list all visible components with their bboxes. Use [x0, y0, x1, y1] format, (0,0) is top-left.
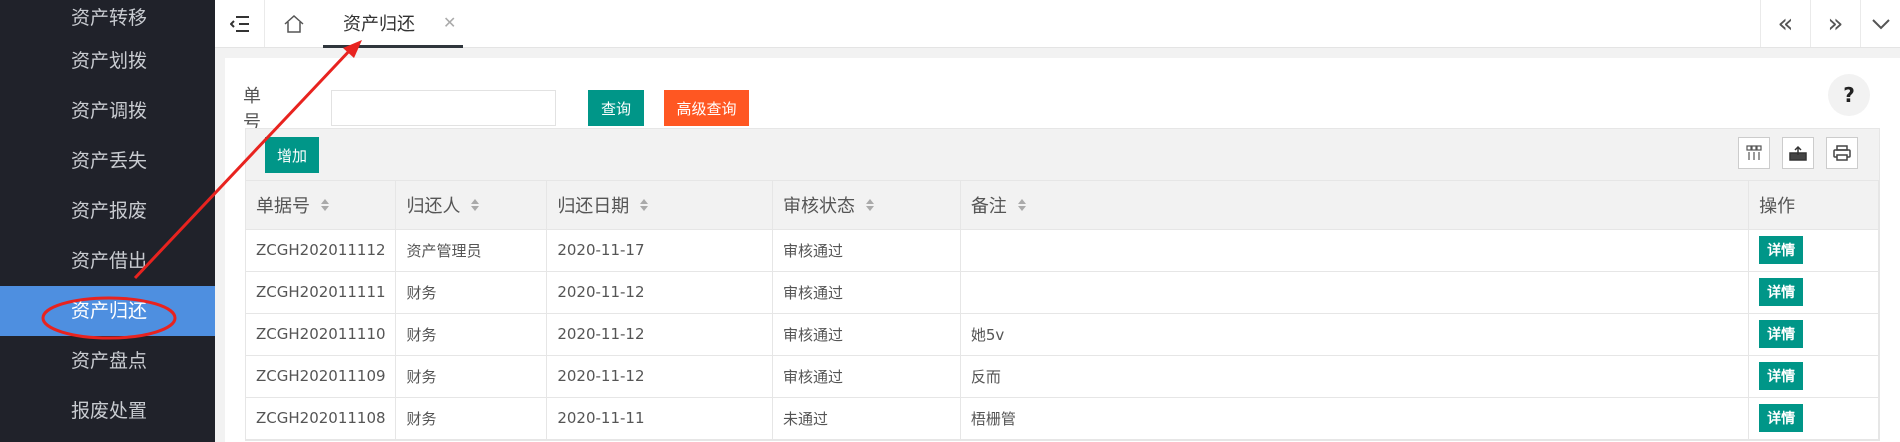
table-header-row: 单据号 归还人 归还日期 审核状态 备注 操作 [246, 181, 1879, 230]
detail-button[interactable]: 详情 [1759, 404, 1804, 432]
cell-remark: 反而 [960, 355, 1750, 398]
double-chevron-left-icon[interactable]: « [1760, 0, 1810, 47]
sidebar-item-asset-scrap[interactable]: 资产报废 [0, 186, 215, 236]
sort-icon[interactable] [1017, 196, 1027, 217]
sidebar-item-asset-transfer[interactable]: 资产转移 [0, 0, 215, 36]
search-row: 单号 查询 高级查询 [243, 82, 749, 134]
detail-button[interactable]: 详情 [1759, 362, 1804, 390]
data-table: 增加 单据号 归还人 归还日期 审核状态 备注 操作 ZCGH202011112… [245, 128, 1880, 441]
cell-action: 详情 [1748, 355, 1879, 398]
cell-audit-status: 审核通过 [772, 271, 961, 314]
cell-return-date: 2020-11-12 [546, 271, 774, 314]
double-chevron-right-icon[interactable]: » [1810, 0, 1860, 47]
help-icon[interactable]: ? [1828, 74, 1870, 116]
sidebar-item-asset-allocation[interactable]: 资产划拨 [0, 36, 215, 86]
cell-remark: 梧栅管 [960, 397, 1750, 440]
header-returner[interactable]: 归还人 [395, 181, 548, 230]
detail-button[interactable]: 详情 [1759, 236, 1804, 264]
sort-icon[interactable] [320, 196, 330, 217]
cell-returner: 财务 [395, 271, 548, 314]
cell-order-id: ZCGH202011108 [246, 397, 397, 440]
sidebar-item-asset-lend[interactable]: 资产借出 [0, 236, 215, 286]
cell-order-id: ZCGH202011112 [246, 229, 397, 272]
cell-return-date: 2020-11-11 [546, 397, 774, 440]
cell-order-id: ZCGH202011110 [246, 313, 397, 356]
home-icon[interactable] [265, 0, 323, 47]
sort-icon[interactable] [865, 196, 875, 217]
sort-icon[interactable] [470, 196, 480, 217]
chevron-down-icon[interactable] [1860, 0, 1900, 47]
cell-audit-status: 审核通过 [772, 313, 961, 356]
header-action: 操作 [1748, 181, 1879, 230]
table-row: ZCGH202011108 财务 2020-11-11 未通过 梧栅管 详情 [246, 397, 1879, 440]
cell-returner: 资产管理员 [395, 229, 548, 272]
order-number-input[interactable] [331, 90, 556, 126]
cell-return-date: 2020-11-17 [546, 229, 774, 272]
add-button[interactable]: 增加 [265, 137, 319, 173]
sidebar-item-asset-return[interactable]: 资产归还 [0, 286, 215, 336]
header-remark[interactable]: 备注 [960, 181, 1750, 230]
export-icon[interactable] [1782, 137, 1814, 169]
cell-action: 详情 [1748, 397, 1879, 440]
sidebar-item-asset-reallocation[interactable]: 资产调拨 [0, 86, 215, 136]
advanced-query-button[interactable]: 高级查询 [664, 90, 749, 126]
columns-icon[interactable] [1738, 137, 1770, 169]
cell-returner: 财务 [395, 397, 548, 440]
table-row: ZCGH202011109 财务 2020-11-12 审核通过 反而 详情 [246, 355, 1879, 398]
header-order-id[interactable]: 单据号 [246, 181, 397, 230]
sidebar: 资产转移 资产划拨 资产调拨 资产丢失 资产报废 资产借出 资产归还 资产盘点 … [0, 0, 215, 442]
cell-returner: 财务 [395, 355, 548, 398]
sidebar-item-asset-loss[interactable]: 资产丢失 [0, 136, 215, 186]
asset-return-table: 单据号 归还人 归还日期 审核状态 备注 操作 ZCGH202011112 资产… [246, 181, 1879, 440]
table-row: ZCGH202011111 财务 2020-11-12 审核通过 详情 [246, 271, 1879, 314]
header-audit-status[interactable]: 审核状态 [772, 181, 961, 230]
search-label: 单号 [243, 86, 301, 133]
tab-asset-return[interactable]: 资产归还 ✕ [323, 0, 463, 48]
top-bar: 资产归还 ✕ « » [215, 0, 1900, 48]
cell-order-id: ZCGH202011111 [246, 271, 397, 314]
content-panel: 单号 查询 高级查询 ? 增加 单据号 归还人 归还日期 审核状态 备注 操作 … [225, 58, 1900, 442]
query-button[interactable]: 查询 [588, 90, 644, 126]
cell-return-date: 2020-11-12 [546, 313, 774, 356]
cell-order-id: ZCGH202011109 [246, 355, 397, 398]
menu-fold-icon[interactable] [215, 0, 265, 47]
detail-button[interactable]: 详情 [1759, 320, 1804, 348]
cell-remark [960, 229, 1750, 272]
header-return-date[interactable]: 归还日期 [546, 181, 774, 230]
table-row: ZCGH202011110 财务 2020-11-12 审核通过 她5v 详情 [246, 313, 1879, 356]
cell-action: 详情 [1748, 313, 1879, 356]
cell-return-date: 2020-11-12 [546, 355, 774, 398]
sidebar-item-scrap-disposal[interactable]: 报废处置 [0, 386, 215, 436]
cell-remark: 她5v [960, 313, 1750, 356]
sidebar-item-asset-inventory[interactable]: 资产盘点 [0, 336, 215, 386]
detail-button[interactable]: 详情 [1759, 278, 1804, 306]
cell-audit-status: 审核通过 [772, 229, 961, 272]
tab-label: 资产归还 [343, 13, 415, 35]
print-icon[interactable] [1826, 137, 1858, 169]
close-icon[interactable]: ✕ [443, 13, 456, 32]
table-row: ZCGH202011112 资产管理员 2020-11-17 审核通过 详情 [246, 229, 1879, 272]
sort-icon[interactable] [639, 196, 649, 217]
cell-remark [960, 271, 1750, 314]
cell-action: 详情 [1748, 229, 1879, 272]
cell-audit-status: 未通过 [772, 397, 961, 440]
table-toolbar: 增加 [246, 129, 1879, 181]
cell-returner: 财务 [395, 313, 548, 356]
cell-audit-status: 审核通过 [772, 355, 961, 398]
cell-action: 详情 [1748, 271, 1879, 314]
